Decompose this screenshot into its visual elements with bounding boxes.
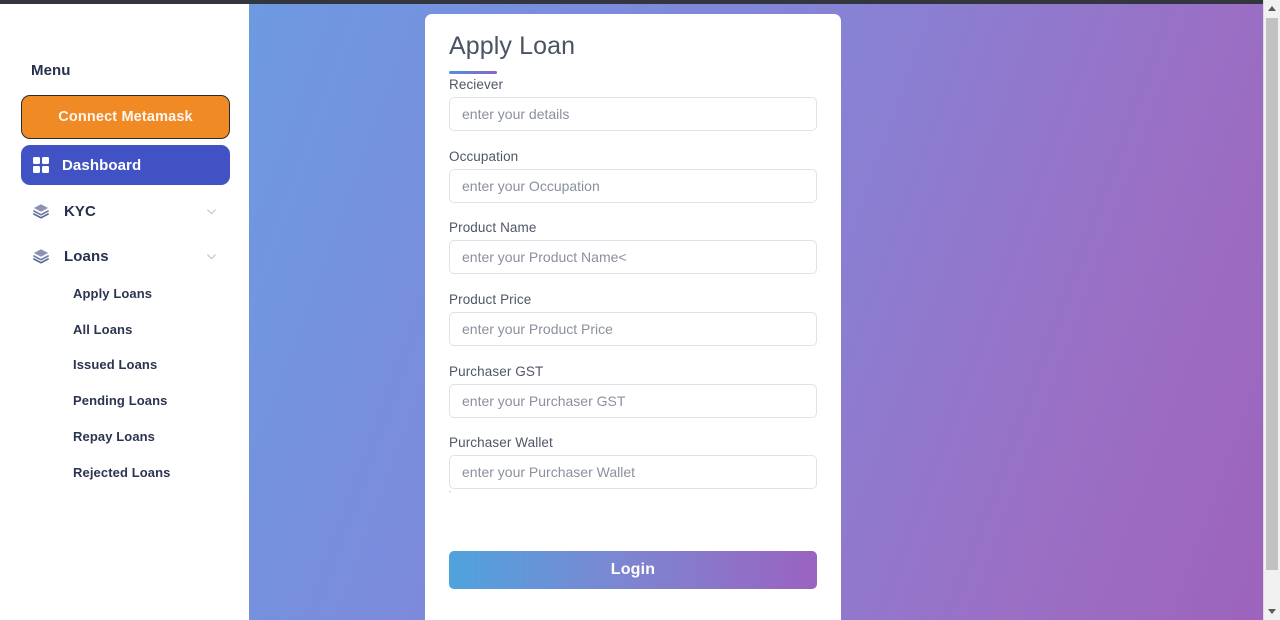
occupation-input[interactable]	[449, 169, 817, 203]
connect-metamask-label: Connect Metamask	[58, 109, 193, 125]
sidebar-item-repay-loans[interactable]: Repay Loans	[73, 429, 155, 444]
sidebar-item-kyc[interactable]: KYC	[21, 194, 230, 228]
login-button[interactable]: Login	[449, 551, 817, 589]
field-label: Occupation	[449, 149, 519, 164]
vertical-scrollbar[interactable]	[1263, 0, 1280, 620]
field-label: Purchaser GST	[449, 364, 544, 379]
chevron-down-icon[interactable]	[205, 250, 218, 263]
product-name-input[interactable]	[449, 240, 817, 274]
app-root: Menu Connect Metamask Dashboard KYC Loan…	[0, 0, 1280, 620]
field-occupation: Occupation	[449, 149, 817, 203]
sidebar-item-loans[interactable]: Loans	[21, 239, 230, 273]
sidebar-item-rejected-loans[interactable]: Rejected Loans	[73, 465, 170, 480]
field-purchaser-gst: Purchaser GST	[449, 364, 817, 418]
field-label: Reciever	[449, 77, 504, 92]
apply-loan-card: Apply Loan Reciever Occupation Product N…	[425, 14, 841, 620]
sidebar-item-apply-loans[interactable]: Apply Loans	[73, 286, 152, 301]
field-reciever: Reciever	[449, 77, 817, 131]
sidebar-item-dashboard[interactable]: Dashboard	[21, 145, 230, 185]
scroll-up-arrow-icon[interactable]	[1264, 0, 1280, 17]
field-product-price: Product Price	[449, 292, 817, 346]
sidebar-item-all-loans[interactable]: All Loans	[73, 322, 132, 337]
grid-icon	[33, 157, 49, 173]
top-chrome-band	[0, 0, 1280, 4]
purchaser-wallet-input[interactable]	[449, 455, 817, 489]
purchaser-gst-input[interactable]	[449, 384, 817, 418]
layers-icon	[33, 249, 49, 264]
field-label: Purchaser Wallet	[449, 435, 553, 450]
menu-heading: Menu	[31, 62, 71, 79]
field-product-name: Product Name	[449, 220, 817, 274]
connect-metamask-button[interactable]: Connect Metamask	[21, 95, 230, 139]
stray-apostrophe-mark: '	[449, 489, 452, 501]
field-label: Product Price	[449, 292, 532, 307]
scrollbar-thumb[interactable]	[1266, 18, 1278, 570]
title-underline-accent	[449, 71, 497, 74]
sidebar: Menu Connect Metamask Dashboard KYC Loan…	[0, 4, 249, 620]
field-label: Product Name	[449, 220, 537, 235]
layers-icon	[33, 204, 49, 219]
sidebar-item-label: Dashboard	[62, 156, 142, 174]
sidebar-item-issued-loans[interactable]: Issued Loans	[73, 357, 157, 372]
sidebar-item-pending-loans[interactable]: Pending Loans	[73, 393, 167, 408]
sidebar-item-label: KYC	[64, 202, 96, 220]
scroll-down-arrow-icon[interactable]	[1264, 603, 1280, 620]
page-title: Apply Loan	[449, 32, 576, 60]
product-price-input[interactable]	[449, 312, 817, 346]
sidebar-item-label: Loans	[64, 247, 109, 265]
field-purchaser-wallet: Purchaser Wallet	[449, 435, 817, 489]
chevron-down-icon[interactable]	[205, 205, 218, 218]
reciever-input[interactable]	[449, 97, 817, 131]
